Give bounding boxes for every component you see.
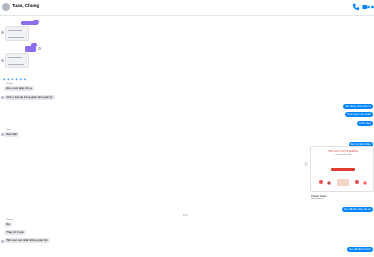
attachment-thumbnail[interactable] (5, 26, 29, 41)
sender-avatar (1, 59, 4, 62)
chat-header: Tuan, Chung (0, 0, 374, 16)
message-bubble-out[interactable]: Bé đang chờ khen à (343, 104, 373, 109)
time-divider: 9:24 (183, 214, 188, 217)
message-bubble-in[interactable]: Dạ (4, 222, 12, 227)
message-bubble-in[interactable]: Để e xem giúp cho ạ (4, 86, 35, 91)
message-bubble-in[interactable]: Thay rở ở ạnn (4, 230, 27, 235)
seen-indicator-icon (38, 47, 41, 50)
attachment-thumbnail[interactable] (5, 53, 29, 68)
card-caption-url: timekeeper.vn (311, 198, 324, 200)
sender-avatar (1, 133, 4, 136)
reaction-row[interactable]: ◆ ◆ ◆ ◆ ◆ ◆ (3, 78, 27, 81)
message-bubble-out[interactable] (25, 46, 36, 52)
video-camera-icon[interactable] (362, 3, 370, 11)
message-bubble-out[interactable]: Em đã lãnh bởnh (347, 247, 373, 252)
message-bubble-out[interactable] (21, 21, 38, 25)
sender-avatar (1, 240, 4, 243)
phone-icon[interactable] (352, 3, 360, 11)
message-bubble-in[interactable]: Chờ e trao lại trung giam bên quản lý (4, 95, 55, 100)
message-bubble-in[interactable]: Tiền xem xét nhất nhất ạ giúp nhì (4, 238, 50, 243)
message-bubble-out[interactable]: Tưởi cảm (356, 121, 373, 126)
share-icon[interactable] (304, 162, 308, 166)
message-bubble-in[interactable]: Dạo thật (4, 132, 19, 137)
sender-avatar (1, 96, 4, 99)
link-preview-card[interactable]: TRỞ LẠI LỊ VƯỢT MUỖNG chương trình ưu đã… (310, 146, 374, 192)
card-illustration (319, 179, 367, 186)
message-thread: ◆ ◆ ◆ ◆ ◆ ◆ Chung Để e xem giúp cho ạ Ch… (0, 16, 374, 257)
contact-avatar[interactable] (2, 3, 10, 11)
sender-avatar (1, 31, 4, 34)
message-bubble-out[interactable]: Em đã làm đây tốt nè (342, 207, 373, 212)
contact-name[interactable]: Tuan, Chung (12, 3, 39, 9)
card-cta-button[interactable] (331, 168, 355, 172)
card-subtitle: chương trình ưu đãi (335, 153, 351, 156)
message-bubble-out[interactable]: Tưa tuyệt vòa nhiệt (344, 112, 373, 117)
